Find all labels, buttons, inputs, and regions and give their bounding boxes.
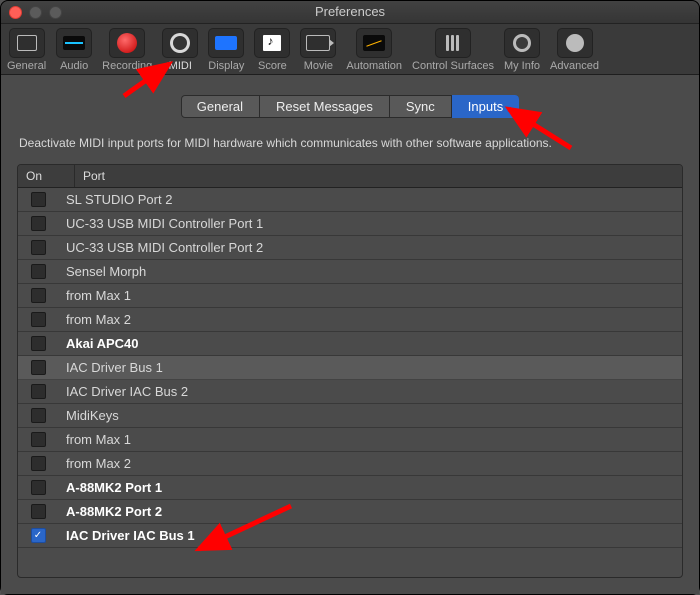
toolbar-label: My Info	[504, 60, 540, 72]
toolbar-audio[interactable]: Audio	[56, 28, 92, 72]
table-row[interactable]: from Max 1	[18, 284, 682, 308]
audio-icon	[56, 28, 92, 58]
toolbar-advanced[interactable]: Advanced	[550, 28, 599, 72]
port-checkbox[interactable]	[31, 408, 46, 423]
toolbar-label: Score	[258, 60, 287, 72]
toolbar-label: Movie	[304, 60, 333, 72]
user-icon	[504, 28, 540, 58]
toolbar: General Audio Recording MIDI Display Score Mov…	[1, 24, 699, 75]
table-row[interactable]: IAC Driver Bus 1	[18, 356, 682, 380]
toolbar-label: Control Surfaces	[412, 60, 494, 72]
col-on[interactable]: On	[18, 165, 75, 187]
midi-ports-table: On Port SL STUDIO Port 2 UC-33 USB MIDI C…	[17, 164, 683, 578]
table-row[interactable]: Akai APC40	[18, 332, 682, 356]
port-checkbox[interactable]	[31, 192, 46, 207]
port-name: SL STUDIO Port 2	[58, 192, 682, 207]
recording-icon	[109, 28, 145, 58]
col-port[interactable]: Port	[75, 165, 682, 187]
table-row[interactable]: Sensel Morph	[18, 260, 682, 284]
toolbar-label: Audio	[60, 60, 88, 72]
tab-reset-messages[interactable]: Reset Messages	[260, 95, 390, 118]
table-row[interactable]: IAC Driver IAC Bus 2	[18, 380, 682, 404]
port-checkbox[interactable]	[31, 336, 46, 351]
toolbar-label: MIDI	[169, 60, 192, 72]
port-name: UC-33 USB MIDI Controller Port 2	[58, 240, 682, 255]
port-name: from Max 2	[58, 456, 682, 471]
table-row[interactable]: from Max 1	[18, 428, 682, 452]
toolbar-display[interactable]: Display	[208, 28, 244, 72]
tab-sync[interactable]: Sync	[390, 95, 452, 118]
toolbar-label: Display	[208, 60, 244, 72]
gear-icon	[557, 28, 593, 58]
port-checkbox[interactable]	[31, 384, 46, 399]
port-name: from Max 1	[58, 288, 682, 303]
tab-inputs[interactable]: Inputs	[452, 95, 519, 118]
port-checkbox[interactable]	[31, 216, 46, 231]
port-checkbox[interactable]	[31, 480, 46, 495]
table-row[interactable]: A-88MK2 Port 1	[18, 476, 682, 500]
port-name: IAC Driver Bus 1	[58, 360, 682, 375]
port-checkbox[interactable]	[31, 312, 46, 327]
toolbar-midi[interactable]: MIDI	[162, 28, 198, 72]
table-row[interactable]: UC-33 USB MIDI Controller Port 1	[18, 212, 682, 236]
toolbar-score[interactable]: Score	[254, 28, 290, 72]
titlebar: Preferences	[1, 1, 699, 24]
port-name: from Max 2	[58, 312, 682, 327]
toolbar-movie[interactable]: Movie	[300, 28, 336, 72]
movie-icon	[300, 28, 336, 58]
port-name: A-88MK2 Port 2	[58, 504, 682, 519]
toolbar-label: Advanced	[550, 60, 599, 72]
port-checkbox[interactable]	[31, 432, 46, 447]
window-title: Preferences	[1, 4, 699, 19]
table-row[interactable]: UC-33 USB MIDI Controller Port 2	[18, 236, 682, 260]
port-name: A-88MK2 Port 1	[58, 480, 682, 495]
table-row[interactable]: MidiKeys	[18, 404, 682, 428]
toolbar-control-surfaces[interactable]: Control Surfaces	[412, 28, 494, 72]
score-icon	[254, 28, 290, 58]
toolbar-label: General	[7, 60, 46, 72]
port-name: IAC Driver IAC Bus 2	[58, 384, 682, 399]
toolbar-my-info[interactable]: My Info	[504, 28, 540, 72]
port-checkbox[interactable]	[31, 240, 46, 255]
port-name: Akai APC40	[58, 336, 682, 351]
toolbar-label: Recording	[102, 60, 152, 72]
port-name: from Max 1	[58, 432, 682, 447]
toolbar-recording[interactable]: Recording	[102, 28, 152, 72]
midi-icon	[162, 28, 198, 58]
automation-icon	[356, 28, 392, 58]
display-icon	[208, 28, 244, 58]
toolbar-automation[interactable]: Automation	[346, 28, 402, 72]
table-header: On Port	[18, 165, 682, 188]
port-checkbox[interactable]	[31, 264, 46, 279]
table-row[interactable]: from Max 2	[18, 308, 682, 332]
table-row[interactable]: A-88MK2 Port 2	[18, 500, 682, 524]
table-row[interactable]: SL STUDIO Port 2	[18, 188, 682, 212]
tab-bar: GeneralReset MessagesSyncInputs	[17, 95, 683, 118]
port-checkbox[interactable]	[31, 456, 46, 471]
port-checkbox[interactable]	[31, 360, 46, 375]
port-name: MidiKeys	[58, 408, 682, 423]
table-row[interactable]: from Max 2	[18, 452, 682, 476]
port-checkbox[interactable]	[31, 288, 46, 303]
preferences-window: Preferences General Audio Recording MIDI Dis…	[0, 0, 700, 595]
toolbar-general[interactable]: General	[7, 28, 46, 72]
toolbar-label: Automation	[346, 60, 402, 72]
tab-general[interactable]: General	[181, 95, 260, 118]
general-icon	[9, 28, 45, 58]
port-checkbox[interactable]	[31, 528, 46, 543]
port-name: UC-33 USB MIDI Controller Port 1	[58, 216, 682, 231]
midi-pane: GeneralReset MessagesSyncInputs Deactiva…	[1, 75, 699, 594]
description-text: Deactivate MIDI input ports for MIDI har…	[19, 136, 683, 150]
port-checkbox[interactable]	[31, 504, 46, 519]
port-name: Sensel Morph	[58, 264, 682, 279]
sliders-icon	[435, 28, 471, 58]
table-row[interactable]: IAC Driver IAC Bus 1	[18, 524, 682, 548]
port-name: IAC Driver IAC Bus 1	[58, 528, 682, 543]
